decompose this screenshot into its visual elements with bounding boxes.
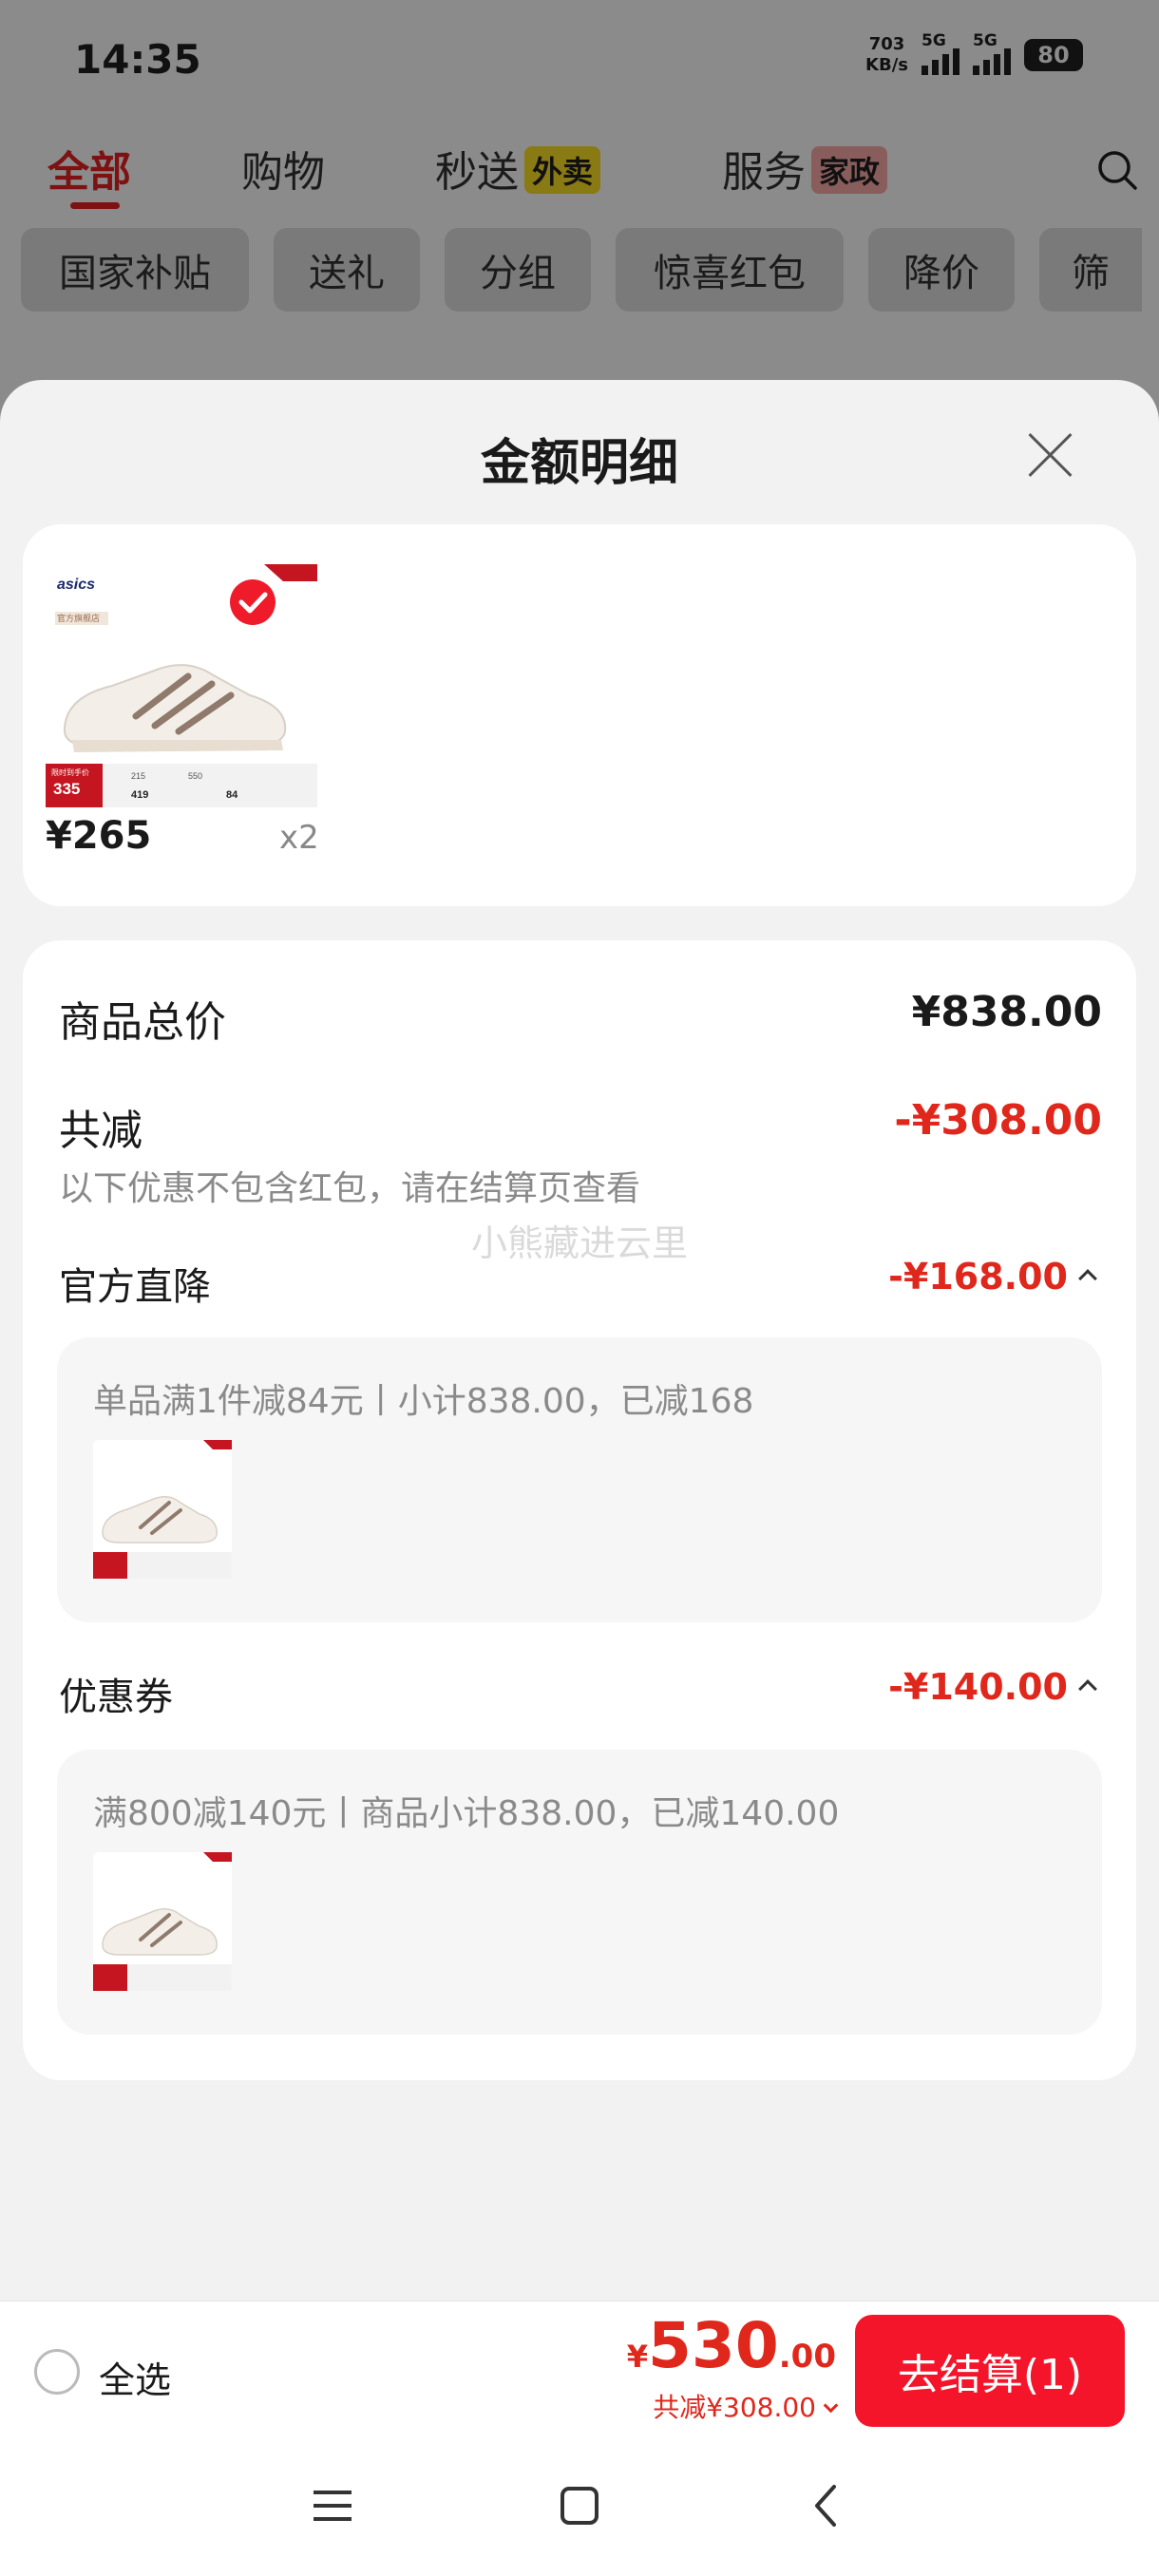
chip-national-subsidy[interactable]: 国家补贴: [21, 228, 249, 312]
chevron-down-icon: [823, 2397, 839, 2414]
chip-red-packet[interactable]: 惊喜红包: [616, 228, 844, 312]
select-all-label[interactable]: 全选: [99, 2351, 171, 2403]
total-amount: ¥530.00: [626, 2309, 836, 2382]
coupon-text: 满800减140元丨商品小计838.00，已减140.00: [93, 1794, 840, 1833]
total-price-value: ¥838.00: [911, 988, 1102, 1036]
top-tabs: 全部 购物 秒送 外卖 服务 家政: [48, 138, 1121, 214]
network-speed: 703 KB/s: [865, 34, 908, 75]
checkout-bar: 全选 ¥530.00 共减¥308.00 去结算(1): [0, 2301, 1159, 2441]
tab-all[interactable]: 全部: [48, 138, 131, 209]
coupon-toggle[interactable]: -¥140.00: [888, 1666, 1097, 1708]
signal-icon: 5G: [922, 31, 960, 75]
tab-shopping[interactable]: 购物: [241, 138, 325, 199]
chip-filter[interactable]: 筛: [1039, 228, 1142, 312]
product-card: asics 官方旗舰店 限时到手价 335 215 550 419 84 ¥26…: [23, 524, 1136, 906]
product-price: ¥265: [46, 814, 152, 858]
official-discount-detail: 单品满1件减84元丨小计838.00，已减168: [57, 1337, 1102, 1622]
tab-instant-delivery[interactable]: 秒送 外卖: [435, 138, 601, 199]
svg-text:限时到手价: 限时到手价: [51, 767, 89, 777]
back-icon[interactable]: [798, 2477, 855, 2534]
checkout-button[interactable]: 去结算(1): [855, 2315, 1125, 2427]
system-nav-bar: [0, 2441, 1159, 2576]
coupon-value: -¥140.00: [888, 1666, 1068, 1708]
menu-icon[interactable]: [304, 2477, 361, 2534]
filter-chips: 国家补贴 送礼 分组 惊喜红包 降价 筛: [21, 228, 1142, 313]
svg-text:335: 335: [53, 780, 80, 798]
total-price-label: 商品总价: [59, 998, 226, 1047]
product-thumbnail: [93, 1440, 232, 1579]
takeout-badge: 外卖: [524, 146, 601, 194]
chevron-up-icon: [1078, 1679, 1097, 1698]
total-summary[interactable]: ¥530.00 共减¥308.00: [626, 2309, 839, 2425]
product-image[interactable]: asics 官方旗舰店 限时到手价 335 215 550 419 84: [46, 564, 317, 807]
chip-group[interactable]: 分组: [445, 228, 591, 312]
coupon-detail: 满800减140元丨商品小计838.00，已减140.00: [57, 1750, 1102, 2035]
home-icon[interactable]: [551, 2477, 608, 2534]
search-icon[interactable]: [1096, 149, 1138, 191]
chip-price-drop[interactable]: 降价: [868, 228, 1015, 312]
total-reduction-value: -¥308.00: [894, 1096, 1102, 1145]
total-reduction-label: 共减: [59, 1107, 142, 1155]
amount-detail-card: 商品总价 ¥838.00 共减 -¥308.00 以下优惠不包含红包，请在结算页…: [23, 940, 1136, 2080]
chevron-up-icon: [1078, 1269, 1097, 1288]
status-time: 14:35: [74, 36, 201, 83]
status-bar: 14:35 703 KB/s 5G 5G 80: [0, 0, 1159, 123]
svg-text:419: 419: [131, 789, 148, 801]
battery-icon: 80: [1024, 39, 1083, 71]
svg-text:215: 215: [131, 771, 145, 781]
coupon-label: 优惠券: [59, 1676, 173, 1719]
housekeeping-badge: 家政: [811, 146, 888, 194]
select-all-radio[interactable]: [34, 2349, 80, 2395]
product-thumbnail: [93, 1852, 232, 1991]
watermark: 小熊藏进云里: [470, 1222, 688, 1264]
reduction-note: 以下优惠不包含红包，请在结算页查看: [59, 1169, 641, 1208]
tab-services[interactable]: 服务 家政: [722, 138, 888, 199]
official-discount-text: 单品满1件减84元丨小计838.00，已减168: [93, 1382, 754, 1421]
total-reduction-summary: 共减¥308.00: [627, 2387, 839, 2425]
signal-icon: 5G: [973, 31, 1011, 75]
sheet-title: 金额明细: [480, 435, 678, 492]
svg-text:官方旗舰店: 官方旗舰店: [57, 613, 100, 624]
svg-text:84: 84: [226, 789, 238, 801]
close-icon[interactable]: [1026, 431, 1074, 479]
amount-detail-sheet: 金额明细 asics 官方旗舰店 限时到手价 335 215 550 419 8…: [0, 380, 1159, 2576]
brand-logo: asics: [57, 577, 95, 593]
svg-text:550: 550: [188, 771, 202, 781]
product-quantity: x2: [279, 819, 319, 857]
status-indicators: 703 KB/s 5G 5G 80: [865, 31, 1083, 76]
chip-gift[interactable]: 送礼: [274, 228, 420, 312]
check-icon: [230, 579, 276, 625]
